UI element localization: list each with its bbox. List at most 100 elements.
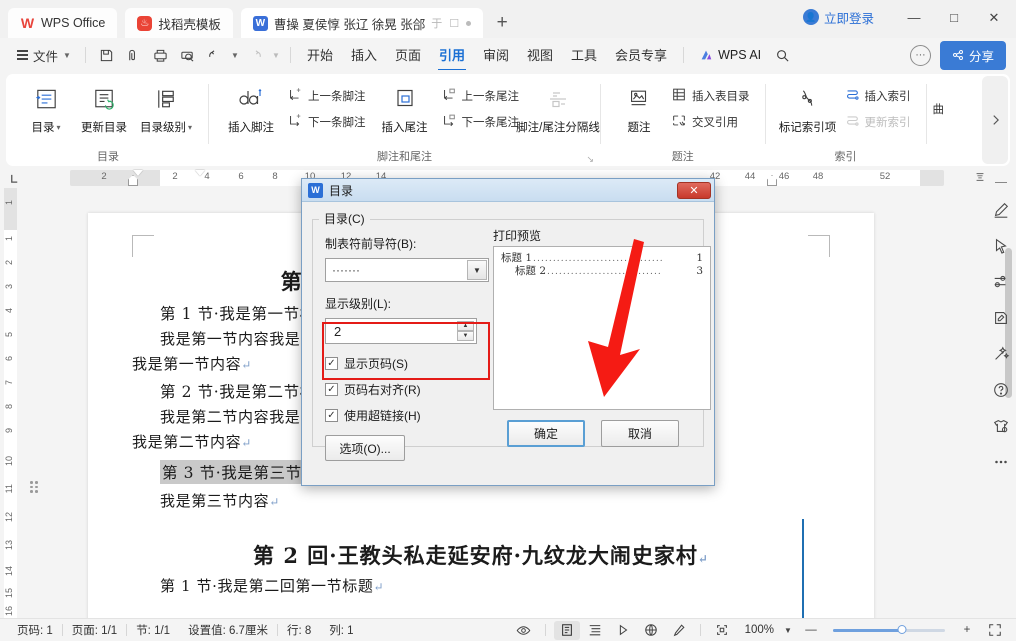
insert-index-button[interactable]: 插入索引: [841, 84, 917, 108]
toc-level-button[interactable]: 目录级别 ▾: [133, 83, 199, 137]
next-endnote-button[interactable]: 下一条尾注: [438, 110, 526, 134]
status-column[interactable]: 列: 1: [320, 622, 362, 638]
right-align-page-numbers-row[interactable]: ✓ 页码右对齐(R): [325, 381, 421, 398]
insert-footnote-button[interactable]: 插入脚注: [218, 83, 284, 137]
left-indent-marker[interactable]: [128, 175, 138, 186]
update-toc-button[interactable]: 更新目录: [75, 83, 133, 137]
mark-index-entry-icon: [795, 85, 821, 115]
cross-reference-button[interactable]: 交叉引用: [668, 110, 756, 134]
maximize-button[interactable]: □: [934, 2, 974, 34]
pen-icon[interactable]: [988, 197, 1014, 223]
zoom-in-button[interactable]: +: [954, 621, 980, 640]
print-preview-icon[interactable]: [174, 43, 201, 67]
reading-icon[interactable]: [610, 621, 636, 640]
magic-wand-icon[interactable]: [988, 341, 1014, 367]
zoom-slider[interactable]: [833, 625, 945, 634]
ribbon-tab-member[interactable]: 会员专享: [606, 41, 676, 69]
fullscreen-icon[interactable]: [982, 621, 1008, 640]
ribbon-tab-page[interactable]: 页面: [386, 41, 430, 69]
ribbon-tab-start[interactable]: 开始: [298, 41, 342, 69]
ruler-options-icon[interactable]: [974, 171, 986, 186]
paragraph-drag-handle[interactable]: [30, 480, 40, 494]
redo-icon[interactable]: [242, 43, 269, 67]
mark-index-entry-button[interactable]: 标记索引项: [775, 83, 841, 137]
zoom-out-button[interactable]: —: [798, 621, 824, 640]
toc-dialog[interactable]: W 目录 ✕ 目录(C) 制表符前导符(B): ······· ▼ 显示级别(L…: [301, 178, 715, 486]
ribbon-tab-review[interactable]: 审阅: [474, 41, 518, 69]
tab-document[interactable]: W 曹操 夏侯惇 张辽 徐晃 张郃 于 ☐: [240, 8, 484, 38]
print-icon[interactable]: [147, 43, 174, 67]
ribbon-tab-view[interactable]: 视图: [518, 41, 562, 69]
update-index-button[interactable]: 更新索引: [841, 110, 917, 134]
zoom-level-label[interactable]: 100%: [737, 624, 778, 636]
caption-label: 题注: [627, 122, 651, 134]
vertical-ruler[interactable]: 1 1 2 3 4 5 6 7 8 9 10 11 12 13 14 15 16: [0, 188, 20, 618]
dialog-close-button[interactable]: ✕: [677, 181, 711, 199]
prev-endnote-button[interactable]: 上一条尾注: [438, 84, 526, 108]
cloud-save-icon[interactable]: [120, 43, 147, 67]
file-menu-label: 文件: [33, 49, 59, 64]
cancel-button[interactable]: 取消: [601, 420, 679, 447]
next-footnote-button[interactable]: 下一条脚注: [284, 110, 372, 134]
search-icon[interactable]: [769, 43, 796, 67]
save-icon[interactable]: [93, 43, 120, 67]
minimize-button[interactable]: —: [894, 2, 934, 34]
web-layout-icon[interactable]: [638, 621, 664, 640]
eye-icon[interactable]: [511, 621, 537, 640]
status-section[interactable]: 节: 1/1: [127, 622, 179, 638]
tab-leader-combo[interactable]: ······· ▼: [325, 258, 489, 282]
settings-slider-icon[interactable]: [988, 269, 1014, 295]
cursor-icon[interactable]: [988, 233, 1014, 259]
first-line-indent-marker[interactable]: [133, 170, 143, 176]
caption-button[interactable]: 题注: [610, 83, 668, 137]
print-layout-icon[interactable]: [553, 620, 580, 640]
zoom-dropdown-icon[interactable]: ▼: [780, 621, 796, 640]
insert-endnote-button[interactable]: 插入尾注: [372, 83, 438, 137]
new-tab-button[interactable]: +: [489, 10, 515, 36]
help-icon[interactable]: [988, 377, 1014, 403]
footnote-separator-button[interactable]: 脚注/尾注分隔线: [516, 83, 600, 137]
hanging-indent-marker[interactable]: [195, 170, 205, 176]
ruler-tick: 44: [744, 171, 756, 182]
status-bar: 页码: 1 页面: 1/1 节: 1/1 设置值: 6.7厘米 行: 8 列: …: [0, 618, 1016, 641]
status-setting-value[interactable]: 设置值: 6.7厘米: [179, 622, 277, 638]
ribbon: 目录 ▾ 更新目录 目录级别 ▾ 目录 插入脚注 上一条脚注 下一条脚注 插入尾…: [0, 70, 1016, 166]
ribbon-tab-references[interactable]: 引用: [430, 41, 474, 71]
status-row[interactable]: 行: 8: [278, 622, 320, 638]
chevron-down-icon[interactable]: ▼: [467, 260, 487, 280]
tab-stop-selector[interactable]: [0, 168, 28, 188]
group-expand-icon[interactable]: ↘: [586, 154, 594, 165]
close-button[interactable]: ✕: [974, 2, 1014, 34]
insert-table-of-figures-button[interactable]: 插入表目录: [668, 84, 756, 108]
status-page-count[interactable]: 页面: 1/1: [63, 622, 126, 638]
tab-docer-template[interactable]: ♨ 找稻壳模板: [125, 8, 233, 38]
paragraph-text: 我是第一节内容: [132, 355, 242, 374]
ok-button[interactable]: 确定: [507, 420, 585, 447]
share-button[interactable]: 分享: [939, 40, 1006, 70]
outline-icon[interactable]: [582, 621, 608, 640]
skin-icon[interactable]: [988, 413, 1014, 439]
writing-icon[interactable]: [666, 621, 692, 640]
status-page-number[interactable]: 页码: 1: [8, 622, 62, 638]
ribbon-tab-tools[interactable]: 工具: [562, 41, 606, 69]
zoom-slider-knob[interactable]: [897, 625, 907, 634]
paragraph-text: 我是第三节内容: [160, 492, 270, 511]
ribbon-expand-button[interactable]: [982, 76, 1008, 164]
undo-dropdown-icon[interactable]: ▼: [228, 43, 242, 67]
toc-button[interactable]: 目录 ▾: [17, 83, 75, 137]
prev-footnote-label: 上一条脚注: [308, 91, 366, 103]
ribbon-tab-insert[interactable]: 插入: [342, 41, 386, 69]
more-dots-icon[interactable]: [988, 449, 1014, 475]
undo-icon[interactable]: [201, 43, 228, 67]
file-menu-button[interactable]: 文件 ▼: [10, 43, 78, 68]
prev-footnote-button[interactable]: 上一条脚注: [284, 84, 372, 108]
pilcrow-icon: ↵: [373, 579, 385, 594]
more-icon[interactable]: ⋯: [909, 44, 931, 66]
focus-icon[interactable]: [709, 621, 735, 640]
redo-dropdown-icon[interactable]: ▼: [269, 43, 283, 67]
login-button[interactable]: 👤 立即登录: [793, 4, 884, 31]
tab-wps-office[interactable]: W WPS Office: [8, 8, 118, 38]
checkbox-right-align-page-numbers[interactable]: ✓: [325, 383, 338, 396]
document-edit-icon[interactable]: [988, 305, 1014, 331]
wps-ai-button[interactable]: WPS AI: [691, 45, 769, 65]
